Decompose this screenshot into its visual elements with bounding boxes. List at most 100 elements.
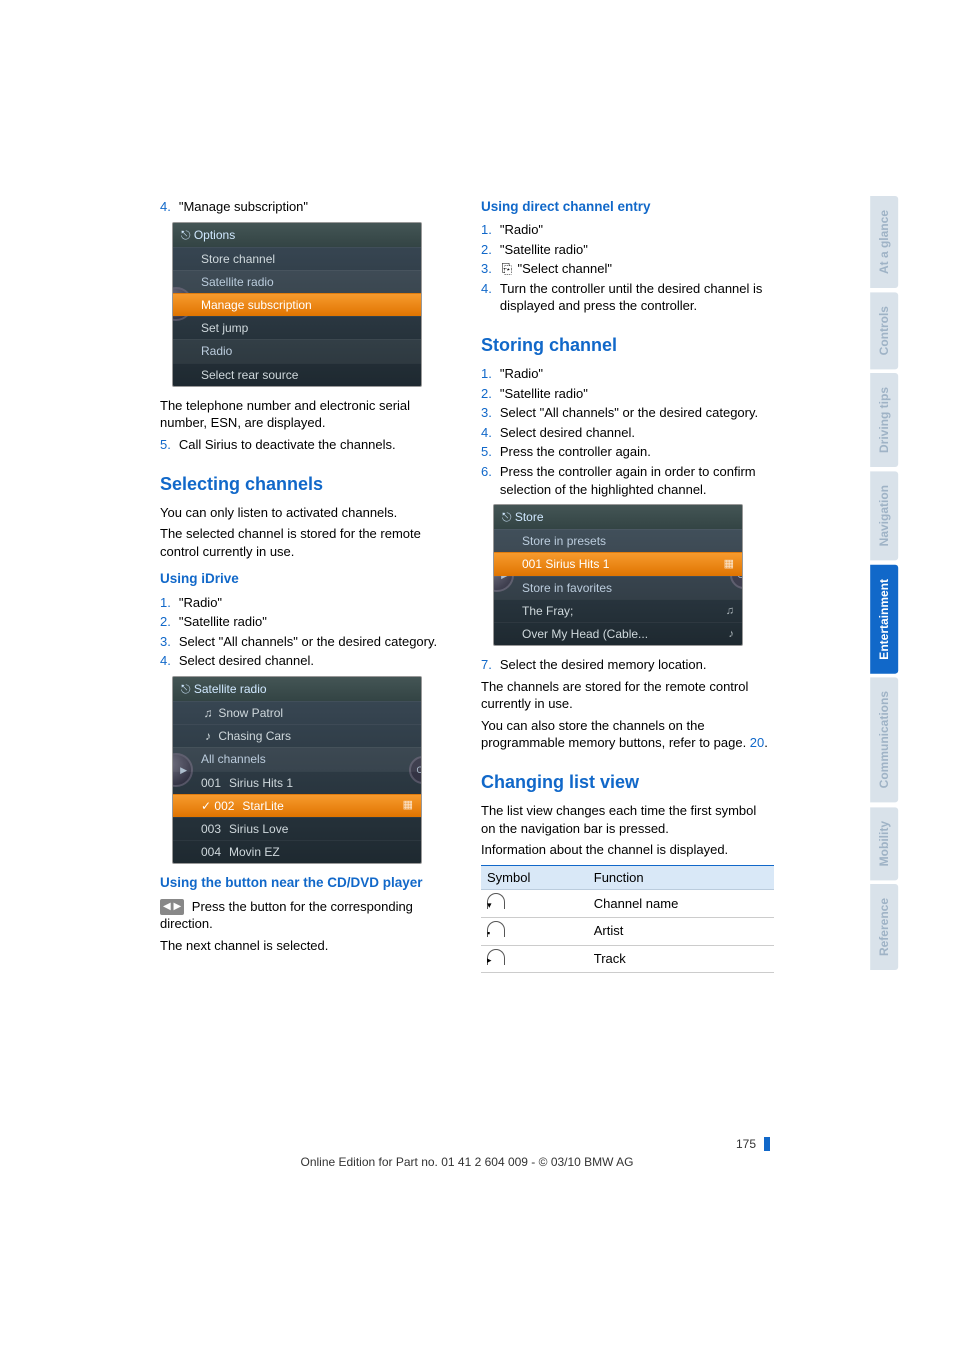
step-item: 6.Press the controller again in order to… <box>481 463 774 498</box>
body-text: The telephone number and electronic seri… <box>160 397 453 432</box>
screen-row: 004Movin EZ <box>173 840 421 863</box>
step-text: Call Sirius to deactivate the channels. <box>179 436 453 454</box>
page-number: 175 <box>160 1136 774 1152</box>
symbol-cell: ▾ <box>481 890 588 918</box>
step-item: 3.Select "All channels" or the desired c… <box>160 633 453 651</box>
step-item: 2."Satellite radio" <box>160 613 453 631</box>
step-item: 2."Satellite radio" <box>481 385 774 403</box>
side-tab-driving-tips[interactable]: Driving tips <box>870 373 898 467</box>
page: 4. "Manage subscription" ⎋ Options Store… <box>0 0 954 1350</box>
body-text: You can also store the channels on the p… <box>481 717 774 752</box>
screen-row: Set jump <box>173 316 421 339</box>
row-icon: ▦ <box>724 557 734 572</box>
select-channel-icon: ⎘ <box>500 260 514 278</box>
step-item: 3.⎘ "Select channel" <box>481 260 774 278</box>
title-icon: ⎋ <box>502 510 512 524</box>
step-text: Press the controller again in order to c… <box>500 463 774 498</box>
heading-cd-dvd-button: Using the button near the CD/DVD player <box>160 874 453 892</box>
side-tabs: At a glance Controls Driving tips Navigatio… <box>870 196 900 974</box>
symbol-cell: ▸ <box>481 945 588 973</box>
screen-title: ⎋ Options <box>173 223 421 247</box>
title-icon: ⎋ <box>181 682 191 696</box>
side-tab-controls[interactable]: Controls <box>870 292 898 369</box>
step-number: 3. <box>481 404 500 422</box>
screen-row: ♫ Snow Patrol <box>173 701 421 724</box>
step-item: 5. Call Sirius to deactivate the channel… <box>160 436 453 454</box>
side-tab-communications[interactable]: Communications <box>870 677 898 802</box>
step-number: 5. <box>481 443 500 461</box>
function-cell: Track <box>588 945 774 973</box>
side-tab-entertainment[interactable]: Entertainment <box>870 565 898 674</box>
step-item: 4. "Manage subscription" <box>160 198 453 216</box>
seek-button-icon: ◀ ▶ <box>160 899 184 915</box>
step-text: "Manage subscription" <box>179 198 453 216</box>
table-row: ▾Channel name <box>481 890 774 918</box>
step-item: 5.Press the controller again. <box>481 443 774 461</box>
screen-row: Store channel <box>173 247 421 270</box>
step-text: Select "All channels" or the desired cat… <box>500 404 774 422</box>
screen-row: 001 Sirius Hits 1▦ <box>494 552 742 575</box>
side-tab-at-a-glance[interactable]: At a glance <box>870 196 898 288</box>
screen-row: Radio <box>173 339 421 362</box>
step-number: 2. <box>481 385 500 403</box>
step-number: 1. <box>160 594 179 612</box>
heading-changing-list-view: Changing list view <box>481 770 774 794</box>
side-tab-navigation[interactable]: Navigation <box>870 471 898 560</box>
step-item: 7. Select the desired memory location. <box>481 656 774 674</box>
idrive-store-screenshot: OK ⎋ Store Store in presets001 Sirius Hi… <box>493 504 743 646</box>
row-icon: ♫ <box>726 604 734 619</box>
step-item: 1."Radio" <box>160 594 453 612</box>
page-reference-link[interactable]: 20 <box>746 735 764 750</box>
body-text: The next channel is selected. <box>160 937 453 955</box>
step-text: Turn the controller until the desired ch… <box>500 280 774 315</box>
text-fragment: You can also store the channels on the p… <box>481 718 746 751</box>
symbol-function-table: Symbol Function ▾Channel name▪Artist▸Tra… <box>481 865 774 973</box>
right-column: Using direct channel entry 1."Radio"2."S… <box>481 198 774 973</box>
screen-row: Satellite radio <box>173 270 421 293</box>
side-tab-reference[interactable]: Reference <box>870 884 898 970</box>
body-text: Information about the channel is display… <box>481 841 774 859</box>
step-text: Select the desired memory location. <box>500 656 774 674</box>
step-number: 5. <box>160 436 179 454</box>
content-columns: 4. "Manage subscription" ⎋ Options Store… <box>160 198 774 973</box>
screen-section: All channels <box>173 747 421 770</box>
table-row: ▸ Track <box>481 945 774 973</box>
row-icon: ▦ <box>403 798 413 813</box>
page-footer: 175 Online Edition for Part no. 01 41 2 … <box>160 1136 774 1170</box>
step-text: "Satellite radio" <box>179 613 453 631</box>
section-label: All channels <box>201 751 266 767</box>
step-item: 1."Radio" <box>481 365 774 383</box>
screen-row: Store in favorites <box>494 576 742 599</box>
button-instruction: Press the button for the corresponding d… <box>160 899 413 932</box>
headphone-symbol-icon: ▸ <box>487 949 505 965</box>
screen-row: ✓ 002StarLite▦ <box>173 794 421 817</box>
title-text: Options <box>194 228 235 242</box>
step-number: 2. <box>160 613 179 631</box>
table-header: Symbol <box>481 865 588 890</box>
body-text: The selected channel is stored for the r… <box>160 525 453 560</box>
step-item: 1."Radio" <box>481 221 774 239</box>
function-cell: Artist <box>588 917 774 945</box>
step-number: 4. <box>481 424 500 442</box>
step-item: 4.Turn the controller until the desired … <box>481 280 774 315</box>
side-tab-mobility[interactable]: Mobility <box>870 807 898 880</box>
headphone-symbol-icon: ▪ <box>487 921 505 937</box>
step-text: Select desired channel. <box>179 652 453 670</box>
step-number: 7. <box>481 656 500 674</box>
step-text: Select desired channel. <box>500 424 774 442</box>
idrive-options-screenshot: ⎋ Options Store channelSatellite radioMa… <box>172 222 422 387</box>
step-text: "Radio" <box>179 594 453 612</box>
body-text: The list view changes each time the firs… <box>481 802 774 837</box>
screen-row: 003Sirius Love <box>173 817 421 840</box>
music-icon: ♫ <box>201 705 215 721</box>
screen-row: Manage subscription <box>173 293 421 316</box>
screen-row: Over My Head (Cable...♪ <box>494 622 742 645</box>
screen-row: 001Sirius Hits 1 <box>173 771 421 794</box>
step-number: 1. <box>481 365 500 383</box>
step-number: 6. <box>481 463 500 498</box>
screen-row: The Fray;♫ <box>494 599 742 622</box>
screen-title: ⎋ Satellite radio <box>173 677 421 701</box>
screen-row: Store in presets <box>494 529 742 552</box>
footer-copyright: Online Edition for Part no. 01 41 2 604 … <box>160 1154 774 1170</box>
step-number: 2. <box>481 241 500 259</box>
